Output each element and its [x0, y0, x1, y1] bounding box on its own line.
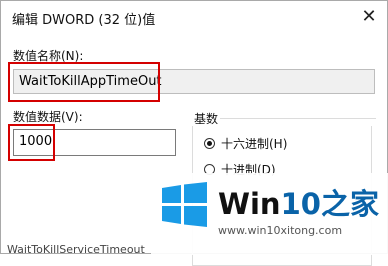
value-data-label: 数值数据(V):: [13, 110, 83, 124]
hex-radio[interactable]: [204, 138, 215, 149]
value-data-highlight: [8, 124, 55, 161]
edit-dword-dialog: 编辑 DWORD (32 位)值 ✕ 数值名称(N): WaitToKillAp…: [0, 0, 388, 266]
hex-radio-label[interactable]: 十六进制(H): [221, 135, 287, 152]
base-group-label: 基数: [194, 112, 219, 126]
value-name-highlight: [8, 62, 160, 102]
watermark-brand: Win10之家: [218, 181, 379, 223]
watermark-brand-prefix: Win: [218, 187, 281, 221]
watermark-url: www.win10xitong.com: [218, 224, 343, 237]
base-group-divider: [220, 118, 376, 119]
watermark: Win10之家 www.win10xitong.com: [151, 173, 388, 255]
title-bar: 编辑 DWORD (32 位)值 ✕: [1, 1, 387, 35]
watermark-brand-suffix: 之家: [320, 187, 379, 221]
dialog-title: 编辑 DWORD (32 位)值: [12, 13, 156, 28]
close-button[interactable]: ✕: [357, 5, 381, 29]
windows-logo-icon: [162, 182, 207, 227]
watermark-brand-number: 10: [280, 187, 321, 221]
background-registry-entry: WaitToKillServiceTimeout: [7, 243, 145, 256]
